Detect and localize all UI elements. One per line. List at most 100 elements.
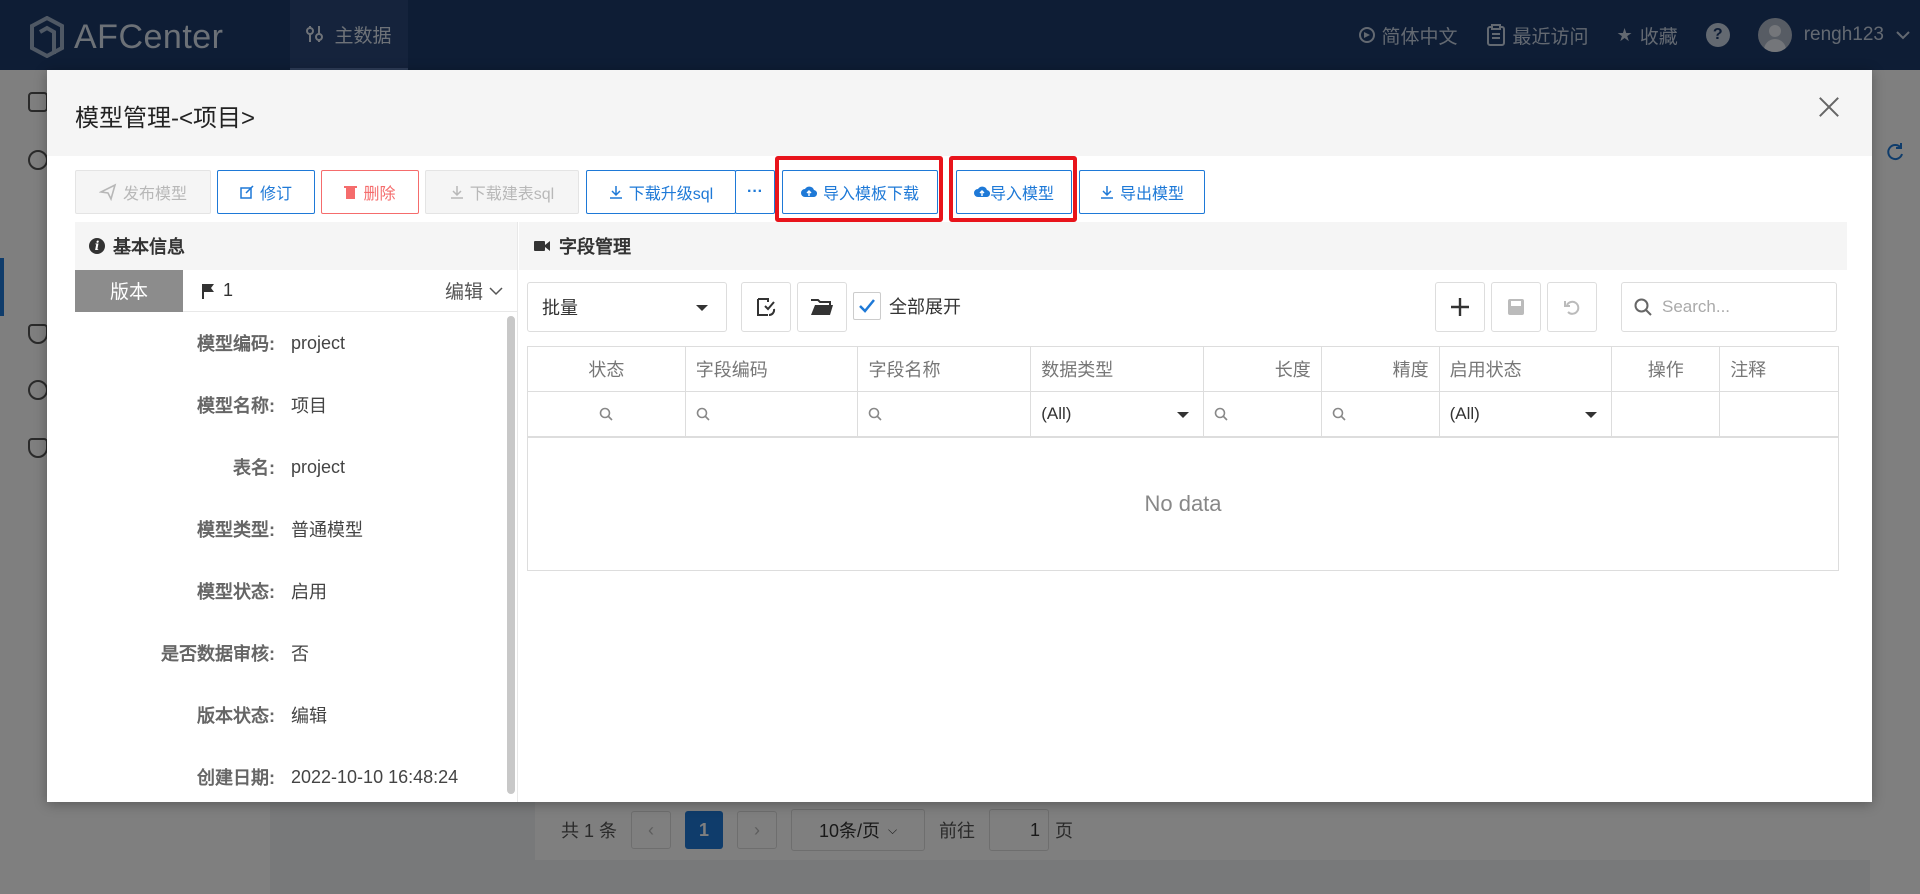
info-row-created-date: 创建日期: 2022-10-10 16:48:24 (75, 746, 503, 808)
info-label: 模型名称: (197, 396, 275, 416)
edit-icon (240, 185, 254, 199)
basic-info-panel: i 基本信息 版本 1 编辑 模型编码: project 模型名称: 项目 表名… (75, 222, 518, 802)
more-icon: ··· (747, 183, 763, 200)
download-create-sql-button[interactable]: 下载建表sql (425, 170, 579, 214)
info-row-table-name: 表名: project (75, 436, 503, 498)
download-icon (450, 186, 463, 199)
info-row-data-audit: 是否数据审核: 否 (75, 622, 503, 684)
filter-status[interactable] (528, 392, 686, 436)
version-value: 1 (223, 280, 234, 300)
more-actions-button[interactable]: ··· (735, 170, 775, 214)
undo-icon (1564, 300, 1580, 315)
grid-filter-row: (All) (All) (528, 392, 1838, 438)
refresh-check-button[interactable] (741, 282, 791, 332)
search-icon (600, 407, 613, 421)
search-icon (1214, 407, 1228, 421)
info-value: 启用 (291, 582, 327, 602)
filter-length[interactable] (1204, 392, 1322, 436)
batch-select[interactable]: 批量 (527, 282, 727, 332)
import-template-download-button[interactable]: 导入模板下载 (782, 170, 938, 214)
version-edit-dropdown[interactable]: 编辑 (445, 277, 503, 304)
field-toolbar: 批量 全部展开 Search... (527, 282, 1837, 332)
info-value: 2022-10-10 16:48:24 (291, 766, 459, 787)
column-header-comment[interactable]: 注释 (1720, 347, 1838, 391)
search-icon (1634, 298, 1652, 316)
info-scrollbar[interactable] (507, 316, 515, 794)
info-label: 表名: (233, 458, 275, 478)
column-header-field-code[interactable]: 字段编码 (686, 347, 859, 391)
field-management-panel: 字段管理 批量 全部展开 Search... 状态 字段编码 字段名称 数据类型… (519, 222, 1847, 802)
column-header-length[interactable]: 长度 (1204, 347, 1322, 391)
trash-icon (344, 186, 358, 199)
export-model-button[interactable]: 导出模型 (1079, 170, 1205, 214)
calendar-refresh-icon (757, 298, 776, 316)
info-label: 模型编码: (197, 334, 275, 354)
field-management-title: 字段管理 (559, 237, 631, 257)
info-value: 项目 (291, 396, 327, 416)
search-icon (1332, 407, 1346, 421)
dialog-title: 模型管理-<项目> (75, 105, 256, 132)
cloud-upload-icon (800, 186, 817, 198)
field-search-input[interactable]: Search... (1621, 282, 1837, 332)
grid-header-row: 状态 字段编码 字段名称 数据类型 长度 精度 启用状态 操作 注释 (528, 347, 1838, 392)
expand-all-checkbox[interactable]: 全部展开 (853, 292, 961, 320)
caret-down-icon (1176, 412, 1189, 418)
download-icon (1100, 186, 1113, 199)
column-header-enable-status[interactable]: 启用状态 (1440, 347, 1613, 391)
info-row-model-status: 模型状态: 启用 (75, 560, 503, 622)
no-data-message: No data (1144, 491, 1222, 516)
info-label: 模型状态: (197, 582, 275, 602)
info-value: 编辑 (291, 706, 327, 726)
basic-info-header: i 基本信息 (75, 222, 517, 270)
search-placeholder: Search... (1662, 297, 1731, 316)
delete-button[interactable]: 删除 (321, 170, 419, 214)
filter-select-value: (All) (1041, 404, 1072, 423)
caret-down-icon (696, 305, 708, 311)
flag-icon (202, 283, 214, 299)
info-label: 创建日期: (197, 768, 275, 788)
add-field-button[interactable] (1435, 282, 1485, 332)
download-icon (609, 186, 622, 199)
search-icon (869, 407, 883, 421)
folder-open-icon (811, 299, 833, 315)
plus-icon (1451, 298, 1469, 316)
field-grid: 状态 字段编码 字段名称 数据类型 长度 精度 启用状态 操作 注释 (All)… (527, 346, 1839, 571)
info-label: 是否数据审核: (161, 644, 275, 664)
import-model-button[interactable]: 导入模型 (956, 170, 1072, 214)
info-value: project (291, 456, 346, 477)
expand-all-label: 全部展开 (889, 297, 961, 317)
checkbox[interactable] (853, 292, 881, 320)
filter-field-name[interactable] (858, 392, 1032, 436)
export-model-label: 导出模型 (1119, 186, 1184, 203)
info-value: project (291, 332, 346, 353)
info-label: 模型类型: (197, 520, 275, 540)
filter-enable-status-select[interactable]: (All) (1440, 392, 1613, 436)
check-icon (859, 299, 875, 313)
close-icon[interactable] (1814, 92, 1844, 122)
filter-precision[interactable] (1322, 392, 1440, 436)
version-row: 版本 1 编辑 (75, 269, 517, 312)
filter-actions-empty (1612, 392, 1721, 436)
info-row-version-status: 版本状态: 编辑 (75, 684, 503, 746)
revise-button[interactable]: 修订 (217, 170, 315, 214)
column-header-status[interactable]: 状态 (528, 347, 686, 391)
version-number: 1 (201, 280, 233, 301)
video-icon (534, 241, 550, 251)
undo-button[interactable] (1547, 282, 1597, 332)
model-management-dialog: 模型管理-<项目> 发布模型 修订 删除 下载建表sql 下载升级sql ···… (47, 70, 1872, 802)
column-header-precision[interactable]: 精度 (1322, 347, 1440, 391)
open-folder-button[interactable] (797, 282, 847, 332)
revise-label: 修订 (259, 186, 292, 203)
filter-field-code[interactable] (686, 392, 859, 436)
info-row-model-type: 模型类型: 普通模型 (75, 498, 503, 560)
field-management-header: 字段管理 (519, 222, 1847, 270)
cloud-upload-icon (973, 186, 990, 198)
column-header-data-type[interactable]: 数据类型 (1031, 347, 1204, 391)
delete-label: 删除 (363, 186, 396, 203)
column-header-field-name[interactable]: 字段名称 (858, 347, 1032, 391)
save-field-button[interactable] (1491, 282, 1541, 332)
filter-data-type-select[interactable]: (All) (1031, 392, 1204, 436)
search-icon (696, 407, 710, 421)
download-upgrade-sql-button[interactable]: 下载升级sql (586, 170, 736, 214)
publish-model-button[interactable]: 发布模型 (75, 170, 211, 214)
